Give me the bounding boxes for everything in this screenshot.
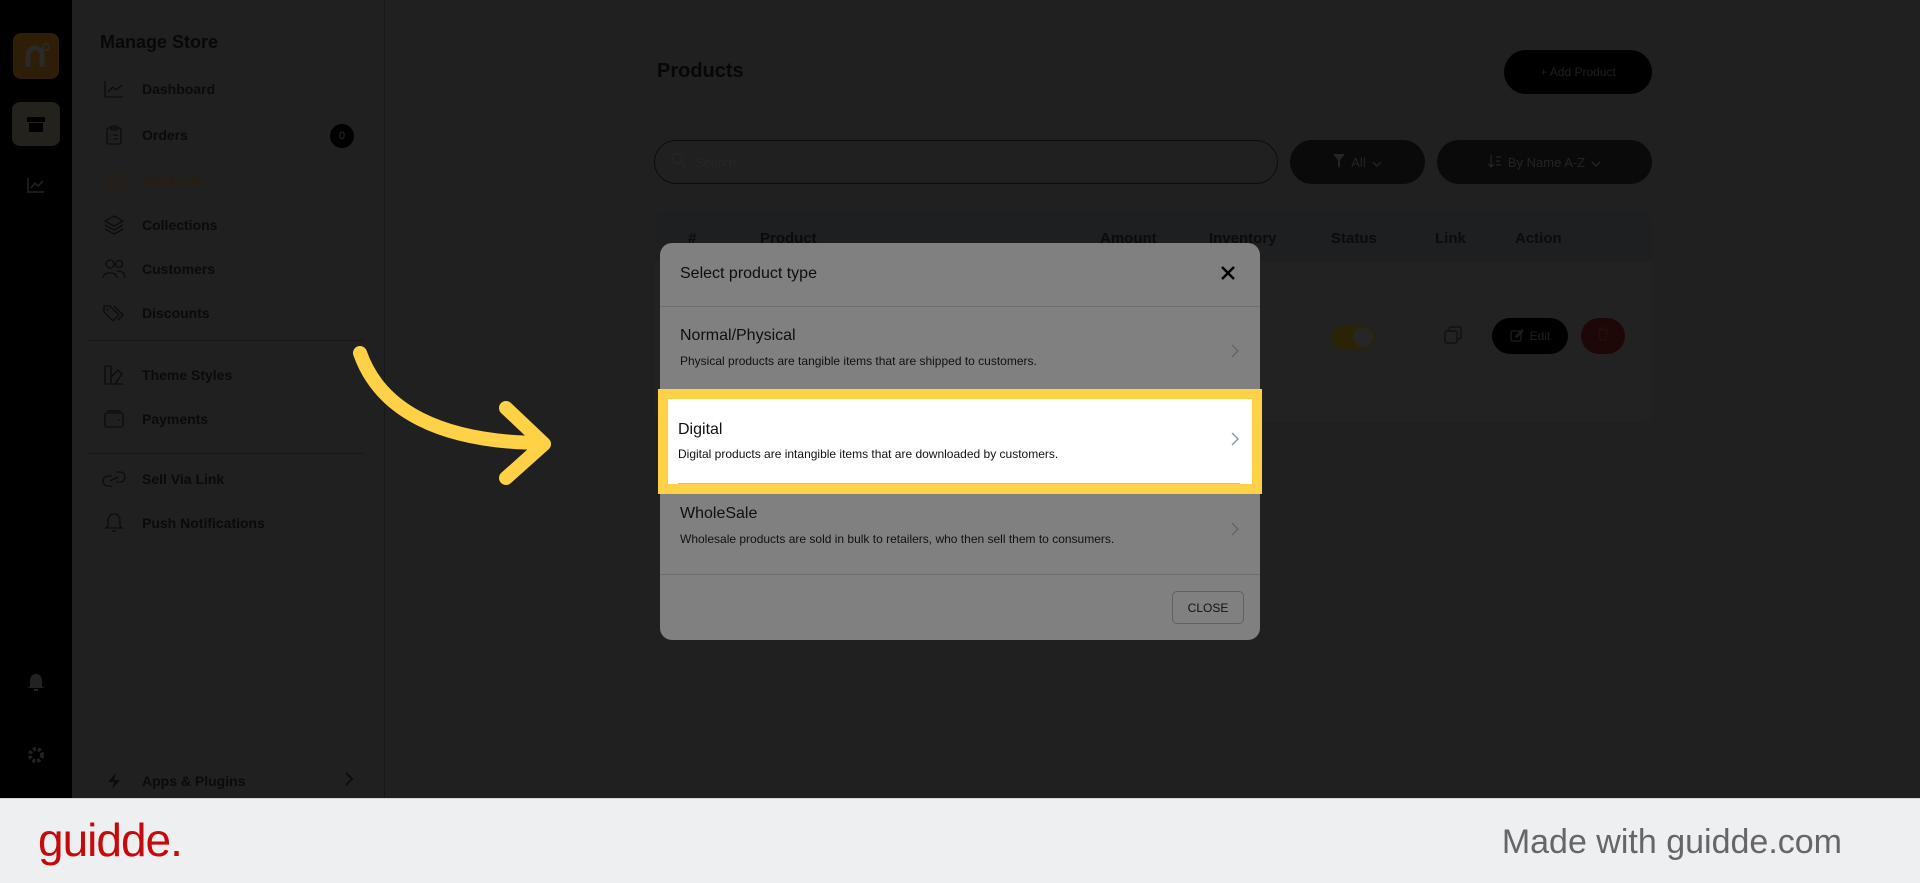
link-icon bbox=[102, 467, 126, 491]
trash-icon bbox=[1597, 326, 1609, 346]
filter-icon bbox=[1333, 153, 1346, 171]
sidebar-item-dashboard[interactable]: Dashboard bbox=[102, 74, 362, 104]
sidebar-item-orders[interactable]: Orders 0 bbox=[102, 120, 362, 150]
column-header: Link bbox=[1435, 230, 1466, 247]
gear-icon[interactable] bbox=[24, 743, 48, 767]
tags-icon bbox=[102, 301, 126, 325]
bell-icon[interactable] bbox=[24, 671, 48, 695]
orders-count-badge: 0 bbox=[330, 124, 354, 148]
option-description: Wholesale products are sold in bulk to r… bbox=[680, 532, 1115, 546]
sidebar-divider bbox=[88, 340, 364, 341]
filter-dropdown[interactable]: All bbox=[1290, 140, 1425, 184]
sidebar-item-discounts[interactable]: Discounts bbox=[102, 298, 362, 328]
layers-icon bbox=[102, 213, 126, 237]
sidebar-item-label: Dashboard bbox=[142, 81, 216, 97]
option-normal-physical[interactable]: Normal/Physical Physical products are ta… bbox=[660, 307, 1260, 396]
chevron-right-icon bbox=[1230, 521, 1240, 542]
sidebar-item-sell-via-link[interactable]: Sell Via Link bbox=[102, 464, 362, 494]
logo-icon[interactable] bbox=[13, 33, 59, 79]
sidebar-item-push-notifications[interactable]: Push Notifications bbox=[102, 508, 362, 538]
close-button[interactable]: CLOSE bbox=[1172, 591, 1244, 624]
option-name: Digital bbox=[678, 421, 723, 438]
option-wholesale[interactable]: WholeSale Wholesale products are sold in… bbox=[660, 485, 1260, 574]
edit-icon bbox=[1510, 328, 1524, 345]
sort-icon bbox=[1487, 154, 1502, 171]
modal-header: Select product type bbox=[660, 243, 1260, 307]
sidebar-item-label: Sell Via Link bbox=[142, 471, 225, 487]
search-box[interactable] bbox=[654, 140, 1278, 184]
made-with-text: Made with guidde.com bbox=[1501, 823, 1842, 861]
chevron-right-icon bbox=[1230, 343, 1240, 364]
search-input[interactable] bbox=[695, 154, 1235, 170]
sort-label: By Name A-Z bbox=[1507, 154, 1586, 170]
column-header: Action bbox=[1515, 230, 1562, 247]
sidebar-item-label: Products bbox=[142, 173, 203, 189]
option-description: Physical products are tangible items tha… bbox=[680, 354, 1037, 368]
sidebar-item-label: Theme Styles bbox=[142, 367, 233, 383]
delete-button[interactable] bbox=[1581, 318, 1625, 354]
sidebar-item-label: Apps & Plugins bbox=[142, 773, 246, 789]
icon-rail bbox=[0, 0, 72, 798]
chevron-right-icon bbox=[1230, 431, 1240, 452]
add-product-button[interactable]: + Add Product bbox=[1504, 50, 1652, 94]
sidebar-item-collections[interactable]: Collections bbox=[102, 210, 362, 240]
guidde-logo: guidde. bbox=[38, 814, 183, 866]
select-product-type-modal: Select product type Normal/Physical Phys… bbox=[658, 243, 1262, 640]
users-icon bbox=[102, 257, 126, 281]
option-name: WholeSale bbox=[680, 505, 758, 522]
chevron-down-icon bbox=[1372, 155, 1382, 170]
close-icon[interactable] bbox=[1220, 265, 1238, 283]
sidebar-item-label: Discounts bbox=[142, 305, 210, 321]
edit-button[interactable]: Edit bbox=[1492, 318, 1568, 354]
wallet-icon bbox=[102, 407, 126, 431]
search-icon bbox=[671, 152, 687, 173]
sidebar-item-label: Customers bbox=[142, 261, 216, 277]
column-header: Status bbox=[1331, 230, 1377, 247]
sidebar-item-apps-plugins[interactable]: Apps & Plugins bbox=[102, 766, 362, 796]
swatch-icon bbox=[102, 363, 126, 387]
sidebar-item-customers[interactable]: Customers bbox=[102, 254, 362, 284]
sort-dropdown[interactable]: By Name A-Z bbox=[1437, 140, 1652, 184]
analytics-icon[interactable] bbox=[24, 173, 48, 197]
page-title: Products bbox=[657, 60, 744, 82]
status-toggle[interactable] bbox=[1331, 325, 1375, 349]
sidebar-item-payments[interactable]: Payments bbox=[102, 404, 362, 434]
sidebar-item-label: Orders bbox=[142, 127, 188, 143]
sidebar-item-label: Push Notifications bbox=[142, 515, 265, 531]
chevron-down-icon bbox=[1591, 155, 1601, 170]
filter-label: All bbox=[1351, 154, 1366, 170]
sidebar-item-products[interactable]: Products bbox=[102, 166, 362, 196]
edit-label: Edit bbox=[1529, 329, 1551, 343]
sidebar-item-theme-styles[interactable]: Theme Styles bbox=[102, 360, 362, 390]
store-icon[interactable] bbox=[12, 102, 60, 146]
bell-icon bbox=[102, 511, 126, 535]
app-window: Manage Store Dashboard Orders 0 Products… bbox=[0, 0, 1920, 798]
modal-title: Select product type bbox=[680, 265, 817, 282]
option-digital[interactable]: Digital Digital products are intangible … bbox=[658, 389, 1262, 494]
guidde-footer: guidde. Made with guidde.com bbox=[0, 798, 1920, 883]
copy-link-icon[interactable] bbox=[1444, 326, 1462, 349]
bolt-icon bbox=[102, 769, 126, 793]
chevron-right-icon bbox=[344, 771, 354, 792]
option-digital-card: Digital Digital products are intangible … bbox=[668, 399, 1252, 484]
sidebar-divider bbox=[88, 453, 364, 454]
option-description: Digital products are intangible items th… bbox=[678, 447, 1059, 461]
option-divider bbox=[678, 483, 1240, 484]
cubes-icon bbox=[102, 169, 126, 193]
sidebar-title: Manage Store bbox=[100, 32, 219, 52]
option-name: Normal/Physical bbox=[680, 327, 796, 344]
chart-line-icon bbox=[102, 77, 126, 101]
sidebar: Manage Store Dashboard Orders 0 Products… bbox=[72, 0, 385, 798]
sidebar-item-label: Collections bbox=[142, 217, 218, 233]
sidebar-item-label: Payments bbox=[142, 411, 209, 427]
modal-footer-divider bbox=[660, 574, 1260, 575]
clipboard-icon bbox=[102, 123, 126, 147]
